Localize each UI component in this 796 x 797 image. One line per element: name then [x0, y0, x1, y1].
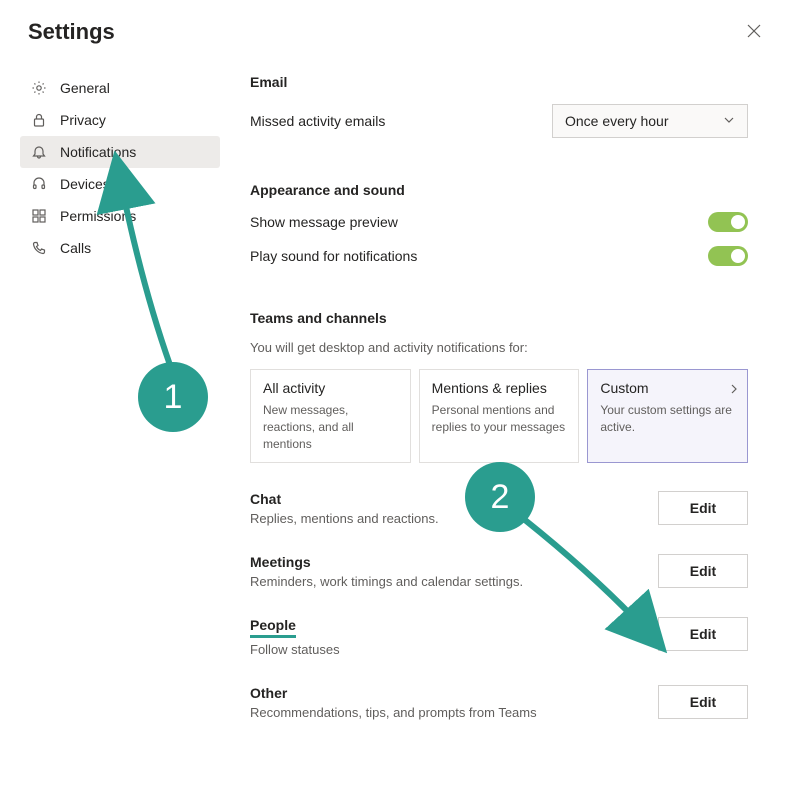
card-mentions-replies[interactable]: Mentions & replies Personal mentions and…	[419, 369, 580, 463]
card-title: Mentions & replies	[432, 380, 567, 396]
phone-icon	[30, 239, 48, 257]
people-edit-button[interactable]: Edit	[658, 617, 748, 651]
card-title: Custom	[600, 380, 735, 396]
section-title-teams: Teams and channels	[250, 310, 748, 326]
sidebar-item-general[interactable]: General	[20, 72, 220, 104]
card-desc: New messages, reactions, and all mention…	[263, 402, 398, 452]
lock-icon	[30, 111, 48, 129]
chevron-right-icon	[729, 382, 739, 397]
sidebar-item-calls[interactable]: Calls	[20, 232, 220, 264]
card-desc: Personal mentions and replies to your me…	[432, 402, 567, 436]
sidebar: General Privacy Notifications Devices Pe	[20, 54, 220, 720]
section-title-other: Other	[250, 685, 537, 701]
other-edit-button[interactable]: Edit	[658, 685, 748, 719]
apps-icon	[30, 207, 48, 225]
close-icon	[747, 24, 761, 41]
section-title-email: Email	[250, 74, 748, 90]
sidebar-item-label: Privacy	[60, 112, 106, 128]
card-title: All activity	[263, 380, 398, 396]
chevron-down-icon	[723, 113, 735, 129]
sidebar-item-devices[interactable]: Devices	[20, 168, 220, 200]
headset-icon	[30, 175, 48, 193]
sidebar-item-label: Notifications	[60, 144, 136, 160]
play-sound-label: Play sound for notifications	[250, 248, 417, 264]
missed-emails-label: Missed activity emails	[250, 113, 385, 129]
sidebar-item-label: Devices	[60, 176, 110, 192]
sidebar-item-label: Permissions	[60, 208, 136, 224]
play-sound-toggle[interactable]	[708, 246, 748, 266]
section-title-people: People	[250, 617, 340, 638]
sidebar-item-notifications[interactable]: Notifications	[20, 136, 220, 168]
card-custom[interactable]: Custom Your custom settings are active.	[587, 369, 748, 463]
bell-icon	[30, 143, 48, 161]
card-all-activity[interactable]: All activity New messages, reactions, an…	[250, 369, 411, 463]
show-preview-toggle[interactable]	[708, 212, 748, 232]
chat-sub: Replies, mentions and reactions.	[250, 511, 439, 526]
show-preview-label: Show message preview	[250, 214, 398, 230]
missed-emails-select[interactable]: Once every hour	[552, 104, 748, 138]
missed-emails-value: Once every hour	[565, 113, 669, 129]
sidebar-item-privacy[interactable]: Privacy	[20, 104, 220, 136]
section-title-chat: Chat	[250, 491, 439, 507]
card-desc: Your custom settings are active.	[600, 402, 735, 436]
sidebar-item-permissions[interactable]: Permissions	[20, 200, 220, 232]
other-sub: Recommendations, tips, and prompts from …	[250, 705, 537, 720]
people-sub: Follow statuses	[250, 642, 340, 657]
content: Email Missed activity emails Once every …	[250, 54, 776, 720]
gear-icon	[30, 79, 48, 97]
section-title-meetings: Meetings	[250, 554, 523, 570]
close-button[interactable]	[740, 18, 768, 46]
sidebar-item-label: General	[60, 80, 110, 96]
chat-edit-button[interactable]: Edit	[658, 491, 748, 525]
meetings-edit-button[interactable]: Edit	[658, 554, 748, 588]
page-title: Settings	[28, 19, 115, 45]
sidebar-item-label: Calls	[60, 240, 91, 256]
meetings-sub: Reminders, work timings and calendar set…	[250, 574, 523, 589]
section-title-appearance: Appearance and sound	[250, 182, 748, 198]
teams-sub: You will get desktop and activity notifi…	[250, 340, 748, 355]
